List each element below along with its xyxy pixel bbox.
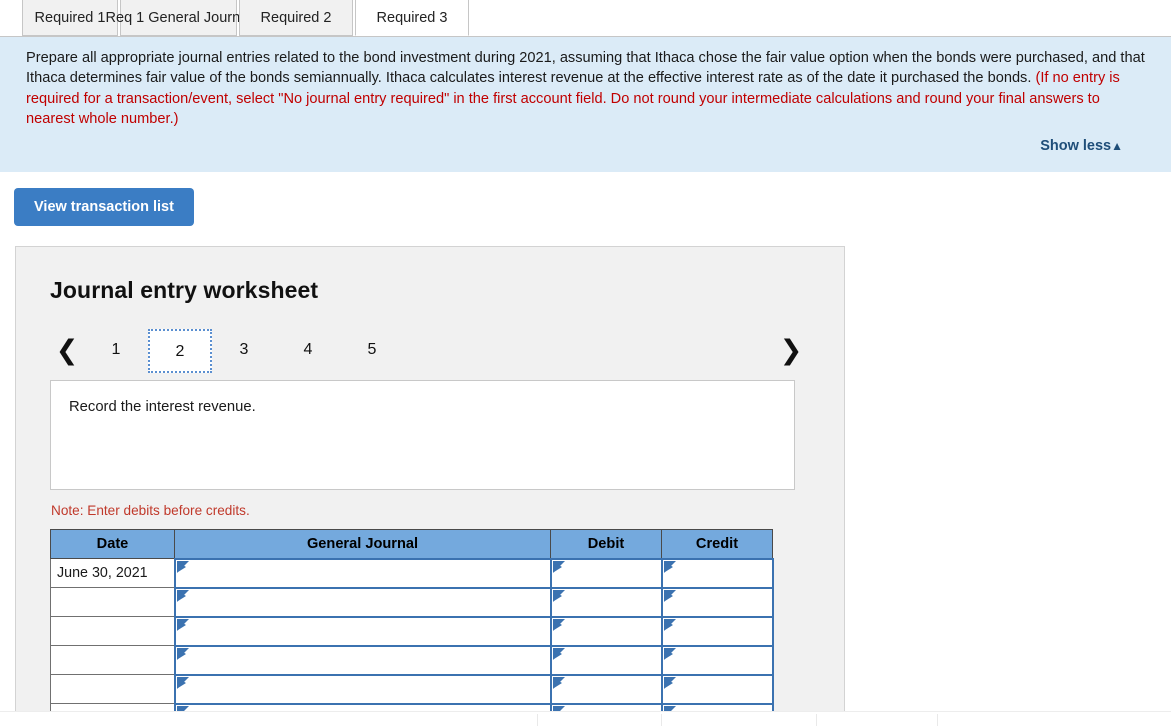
dropdown-marker-icon <box>664 648 673 659</box>
dropdown-marker-icon <box>664 619 673 630</box>
entry-description-text: Record the interest revenue. <box>69 399 256 416</box>
cell-date[interactable] <box>50 674 175 705</box>
pager-page-3[interactable]: 3 <box>212 329 276 373</box>
pager-page-2[interactable]: 2 <box>148 328 212 373</box>
tab-req-1-general-journal[interactable]: Req 1 General Journal <box>106 0 251 36</box>
toolbar: View transaction list <box>0 172 1171 227</box>
dropdown-marker-icon <box>664 561 673 572</box>
dropdown-marker-icon <box>664 590 673 601</box>
instruction-black-text: Prepare all appropriate journal entries … <box>26 50 1145 87</box>
pager-prev-icon[interactable]: ❮ <box>50 337 84 364</box>
show-less-row: Show less▲ <box>26 129 1145 164</box>
pager-page-4[interactable]: 4 <box>276 329 340 373</box>
cell-debit[interactable] <box>549 586 663 618</box>
pager-next-icon[interactable]: ❯ <box>774 337 808 364</box>
dropdown-marker-icon <box>553 648 562 659</box>
dropdown-marker-icon <box>177 648 186 659</box>
dropdown-marker-icon <box>177 677 186 688</box>
instruction-text: Prepare all appropriate journal entries … <box>26 48 1145 129</box>
cell-date[interactable]: June 30, 2021 <box>50 558 175 589</box>
show-less-label: Show less <box>1040 138 1112 155</box>
footer-divider <box>661 714 662 726</box>
dropdown-marker-icon <box>177 561 186 572</box>
dropdown-marker-icon <box>553 677 562 688</box>
instruction-panel: Prepare all appropriate journal entries … <box>0 37 1171 173</box>
cell-general-journal[interactable] <box>173 673 552 705</box>
table-row <box>50 644 774 676</box>
pager-page-1[interactable]: 1 <box>84 329 148 373</box>
tab-label: Req 1 General Journal <box>105 10 252 26</box>
show-less-toggle[interactable]: Show less▲ <box>1040 138 1123 154</box>
tab-required-1[interactable]: Required 1 <box>22 0 118 36</box>
cell-general-journal[interactable] <box>173 557 552 589</box>
dropdown-marker-icon <box>553 619 562 630</box>
journal-entry-table: Date General Journal Debit Credit June 3… <box>50 529 774 724</box>
cell-credit[interactable] <box>660 615 774 647</box>
debits-before-credits-note: Note: Enter debits before credits. <box>51 503 250 519</box>
cell-date[interactable] <box>50 587 175 618</box>
cell-credit[interactable] <box>660 557 774 589</box>
cell-credit[interactable] <box>660 586 774 618</box>
cell-credit[interactable] <box>660 644 774 676</box>
tab-required-3[interactable]: Required 3 <box>355 0 469 36</box>
dropdown-marker-icon <box>177 619 186 630</box>
footer-divider <box>816 714 817 726</box>
cell-date[interactable] <box>50 616 175 647</box>
cell-debit[interactable] <box>549 615 663 647</box>
pager-page-5[interactable]: 5 <box>340 329 404 373</box>
dropdown-marker-icon <box>177 590 186 601</box>
table-row: June 30, 2021 <box>50 557 774 589</box>
journal-entry-worksheet-panel: Journal entry worksheet ❮ 1 2 3 4 5 ❯ Re… <box>15 246 845 725</box>
cell-debit[interactable] <box>549 644 663 676</box>
footer-divider <box>537 714 538 726</box>
entry-description-box: Record the interest revenue. <box>50 380 795 491</box>
dropdown-marker-icon <box>553 561 562 572</box>
cell-date[interactable] <box>50 645 175 676</box>
tab-label: Required 2 <box>260 10 332 26</box>
worksheet-title: Journal entry worksheet <box>50 277 319 304</box>
chevron-up-icon: ▲ <box>1111 139 1123 154</box>
worksheet-pager: ❮ 1 2 3 4 5 ❯ <box>50 328 814 373</box>
tab-strip: Required 1 Req 1 General Journal Require… <box>0 0 1171 37</box>
column-header-credit: Credit <box>661 529 773 560</box>
cell-debit[interactable] <box>549 673 663 705</box>
view-transaction-list-button[interactable]: View transaction list <box>14 188 194 227</box>
column-header-general-journal: General Journal <box>174 529 551 560</box>
table-row <box>50 586 774 618</box>
cell-general-journal[interactable] <box>173 586 552 618</box>
footer-strip <box>0 711 1171 726</box>
cell-debit[interactable] <box>549 557 663 589</box>
tab-label: Required 1 <box>34 10 106 26</box>
tab-required-2[interactable]: Required 2 <box>239 0 353 36</box>
table-header-row: Date General Journal Debit Credit <box>50 529 773 560</box>
tab-label: Required 3 <box>376 10 448 26</box>
column-header-debit: Debit <box>550 529 662 560</box>
table-row <box>50 615 774 647</box>
cell-general-journal[interactable] <box>173 644 552 676</box>
cell-general-journal[interactable] <box>173 615 552 647</box>
dropdown-marker-icon <box>553 590 562 601</box>
dropdown-marker-icon <box>664 677 673 688</box>
column-header-date: Date <box>50 529 175 560</box>
cell-credit[interactable] <box>660 673 774 705</box>
table-row <box>50 673 774 705</box>
footer-divider <box>937 714 938 726</box>
